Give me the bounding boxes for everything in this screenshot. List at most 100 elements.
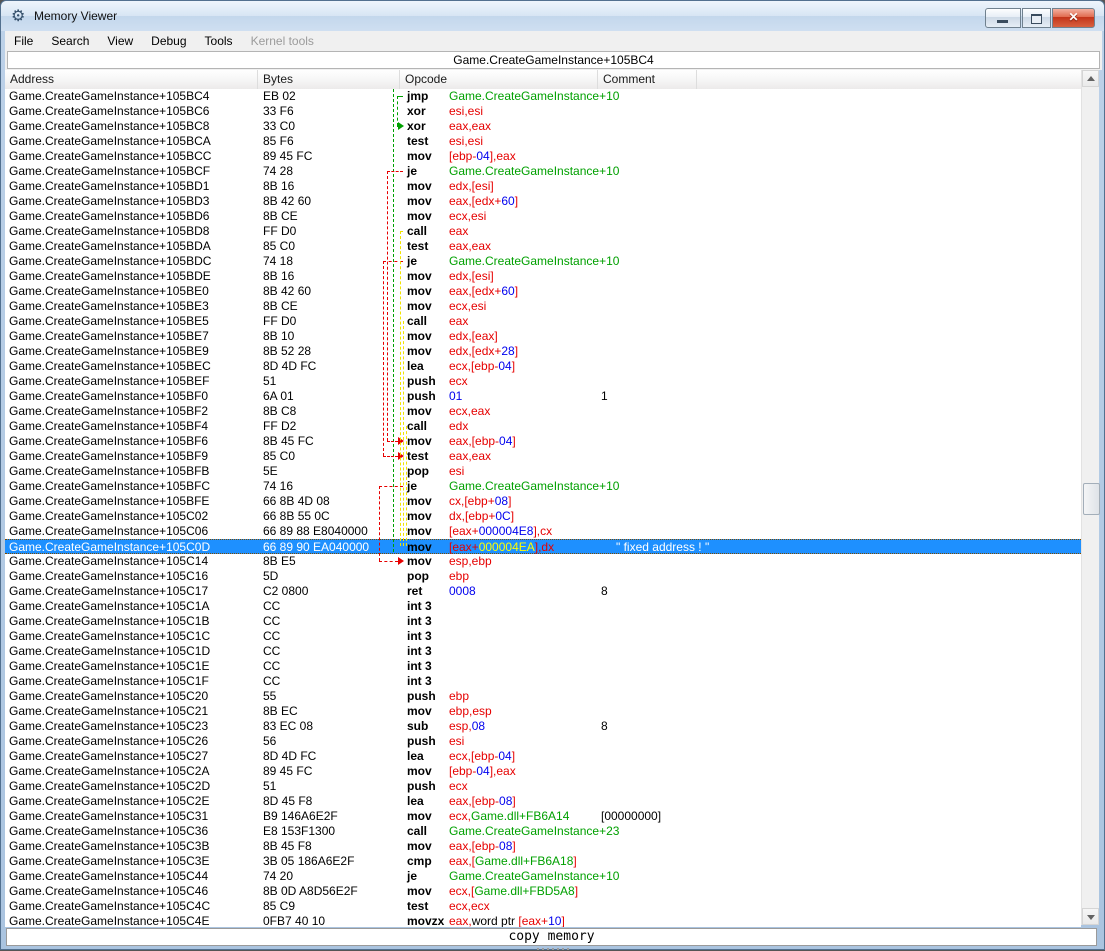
header-cell-opcode[interactable]: Opcode [400, 70, 598, 89]
bytes-cell: EB 02 [263, 89, 296, 104]
disasm-row[interactable]: Game.CreateGameInstance+105C2D51pushecx [5, 779, 1081, 794]
maximize-button[interactable] [1022, 8, 1051, 28]
disasm-row[interactable]: Game.CreateGameInstance+105BE38B CEmovec… [5, 299, 1081, 314]
menu-item-tools[interactable]: Tools [196, 32, 242, 50]
scroll-thumb[interactable] [1083, 483, 1100, 515]
disassembly-listing[interactable]: Game.CreateGameInstance+105BC4EB 02jmpGa… [5, 89, 1081, 927]
disasm-row[interactable]: Game.CreateGameInstance+105BC633 F6xores… [5, 104, 1081, 119]
disasm-row[interactable]: Game.CreateGameInstance+105C36E8 153F130… [5, 824, 1081, 839]
bytes-cell: 3B 05 186A6E2F [263, 854, 354, 869]
disasm-row[interactable]: Game.CreateGameInstance+105C4E0FB7 40 10… [5, 914, 1081, 927]
address-cell: Game.CreateGameInstance+105C2D [9, 779, 210, 794]
disasm-row[interactable]: Game.CreateGameInstance+105BEF51pushecx [5, 374, 1081, 389]
bytes-cell: 8B 45 F8 [263, 839, 312, 854]
disasm-row[interactable]: Game.CreateGameInstance+105C1FCCint 3 [5, 674, 1081, 689]
disasm-row[interactable]: Game.CreateGameInstance+105C17C2 0800ret… [5, 584, 1081, 599]
disasm-row[interactable]: Game.CreateGameInstance+105C4474 20jeGam… [5, 869, 1081, 884]
disasm-row[interactable]: Game.CreateGameInstance+105C3B8B 45 F8mo… [5, 839, 1081, 854]
disasm-row[interactable]: Game.CreateGameInstance+105BFB5Epopesi [5, 464, 1081, 479]
disasm-row[interactable]: Game.CreateGameInstance+105C3E3B 05 186A… [5, 854, 1081, 869]
header-cell-comment[interactable]: Comment [598, 70, 697, 89]
disasm-row[interactable]: Game.CreateGameInstance+105C468B 0D A8D5… [5, 884, 1081, 899]
header-cell-empty[interactable] [697, 70, 1081, 89]
scroll-down-button[interactable] [1082, 908, 1099, 925]
disasm-row[interactable]: Game.CreateGameInstance+105C148B E5moves… [5, 554, 1081, 569]
menu-item-search[interactable]: Search [42, 32, 98, 50]
disasm-row[interactable]: Game.CreateGameInstance+105C1ECCint 3 [5, 659, 1081, 674]
operand-cell: Game.CreateGameInstance+10 [449, 254, 619, 269]
disasm-row[interactable]: Game.CreateGameInstance+105BD8FF D0calle… [5, 224, 1081, 239]
disasm-row[interactable]: Game.CreateGameInstance+105BF06A 01push0… [5, 389, 1081, 404]
menu-item-view[interactable]: View [98, 32, 142, 50]
disasm-row[interactable]: Game.CreateGameInstance+105BDE8B 16moved… [5, 269, 1081, 284]
disasm-row[interactable]: Game.CreateGameInstance+105C31B9 146A6E2… [5, 809, 1081, 824]
bytes-cell: E8 153F1300 [263, 824, 335, 839]
menu-item-debug[interactable]: Debug [142, 32, 195, 50]
disasm-row[interactable]: Game.CreateGameInstance+105BFC74 16jeGam… [5, 479, 1081, 494]
operand-cell: [eax+000004EA],dx [449, 540, 554, 555]
menu-item-file[interactable]: File [5, 32, 42, 50]
disasm-row[interactable]: Game.CreateGameInstance+105BF28B C8movec… [5, 404, 1081, 419]
address-cell: Game.CreateGameInstance+105C06 [9, 524, 208, 539]
opcode-cell: mov [407, 704, 432, 719]
disasm-row[interactable]: Game.CreateGameInstance+105C0666 89 88 E… [5, 524, 1081, 539]
disasm-row[interactable]: Game.CreateGameInstance+105BE98B 52 28mo… [5, 344, 1081, 359]
disasm-row[interactable]: Game.CreateGameInstance+105BDC74 18jeGam… [5, 254, 1081, 269]
header-cell-bytes[interactable]: Bytes [258, 70, 400, 89]
disasm-row[interactable]: Game.CreateGameInstance+105C1ACCint 3 [5, 599, 1081, 614]
disasm-row[interactable]: Game.CreateGameInstance+105BF985 C0teste… [5, 449, 1081, 464]
disasm-row[interactable]: Game.CreateGameInstance+105C1DCCint 3 [5, 644, 1081, 659]
disasm-row[interactable]: Game.CreateGameInstance+105C2E8D 45 F8le… [5, 794, 1081, 809]
disasm-row[interactable]: Game.CreateGameInstance+105C2656pushesi [5, 734, 1081, 749]
disasm-row[interactable]: Game.CreateGameInstance+105C0266 8B 55 0… [5, 509, 1081, 524]
disasm-row[interactable]: Game.CreateGameInstance+105C278D 4D FCle… [5, 749, 1081, 764]
disasm-row[interactable]: Game.CreateGameInstance+105C0D66 89 90 E… [5, 539, 1081, 554]
disasm-row[interactable]: Game.CreateGameInstance+105C218B ECmoveb… [5, 704, 1081, 719]
disasm-row[interactable]: Game.CreateGameInstance+105BC4EB 02jmpGa… [5, 89, 1081, 104]
disasm-row[interactable]: Game.CreateGameInstance+105BDA85 C0teste… [5, 239, 1081, 254]
disasm-row[interactable]: Game.CreateGameInstance+105BCC89 45 FCmo… [5, 149, 1081, 164]
disasm-row[interactable]: Game.CreateGameInstance+105BD18B 16moved… [5, 179, 1081, 194]
close-button[interactable]: ✕ [1052, 8, 1095, 28]
address-display[interactable]: Game.CreateGameInstance+105BC4 [7, 51, 1100, 69]
disasm-row[interactable]: Game.CreateGameInstance+105BFE66 8B 4D 0… [5, 494, 1081, 509]
disasm-row[interactable]: Game.CreateGameInstance+105BE5FF D0calle… [5, 314, 1081, 329]
disasm-row[interactable]: Game.CreateGameInstance+105BD38B 42 60mo… [5, 194, 1081, 209]
disasm-row[interactable]: Game.CreateGameInstance+105BCA85 F6teste… [5, 134, 1081, 149]
disasm-row[interactable]: Game.CreateGameInstance+105BEC8D 4D FCle… [5, 359, 1081, 374]
operand-cell: eax,eax [449, 239, 491, 254]
bytes-cell: 33 F6 [263, 104, 294, 119]
disasm-row[interactable]: Game.CreateGameInstance+105C4C85 C9teste… [5, 899, 1081, 914]
title-bar[interactable]: ⚙ Memory Viewer ✕ [1, 1, 1104, 31]
disasm-row[interactable]: Game.CreateGameInstance+105C165Dpopebp [5, 569, 1081, 584]
disasm-row[interactable]: Game.CreateGameInstance+105C1CCCint 3 [5, 629, 1081, 644]
splitter-handle[interactable] [1, 947, 1104, 951]
disasm-row[interactable]: Game.CreateGameInstance+105BE78B 10moved… [5, 329, 1081, 344]
opcode-cell: test [407, 134, 428, 149]
bytes-cell: 74 20 [263, 869, 293, 884]
copy-memory-button[interactable]: copy memory [6, 928, 1097, 946]
disasm-row[interactable]: Game.CreateGameInstance+105BC833 C0xorea… [5, 119, 1081, 134]
operand-cell: edx,[eax] [449, 329, 498, 344]
disasm-row[interactable]: Game.CreateGameInstance+105C2055pushebp [5, 689, 1081, 704]
address-cell: Game.CreateGameInstance+105C26 [9, 734, 208, 749]
disasm-row[interactable]: Game.CreateGameInstance+105C2383 EC 08su… [5, 719, 1081, 734]
disasm-row[interactable]: Game.CreateGameInstance+105BF68B 45 FCmo… [5, 434, 1081, 449]
disasm-row[interactable]: Game.CreateGameInstance+105C2A89 45 FCmo… [5, 764, 1081, 779]
minimize-button[interactable] [985, 8, 1021, 28]
address-cell: Game.CreateGameInstance+105BD6 [9, 209, 209, 224]
operand-cell: Game.CreateGameInstance+10 [449, 869, 619, 884]
scroll-up-button[interactable] [1082, 70, 1099, 87]
vertical-scrollbar[interactable] [1081, 70, 1099, 925]
disasm-row[interactable]: Game.CreateGameInstance+105BF4FF D2calle… [5, 419, 1081, 434]
header-cell-address[interactable]: Address [5, 70, 258, 89]
opcode-cell: call [407, 419, 427, 434]
opcode-cell: sub [407, 719, 428, 734]
disasm-row[interactable]: Game.CreateGameInstance+105BE08B 42 60mo… [5, 284, 1081, 299]
disasm-row[interactable]: Game.CreateGameInstance+105BCF74 28jeGam… [5, 164, 1081, 179]
disasm-row[interactable]: Game.CreateGameInstance+105C1BCCint 3 [5, 614, 1081, 629]
opcode-cell: xor [407, 104, 426, 119]
operand-cell: [eax+000004E8],cx [449, 524, 552, 539]
window-controls: ✕ [984, 8, 1095, 28]
disasm-row[interactable]: Game.CreateGameInstance+105BD68B CEmovec… [5, 209, 1081, 224]
